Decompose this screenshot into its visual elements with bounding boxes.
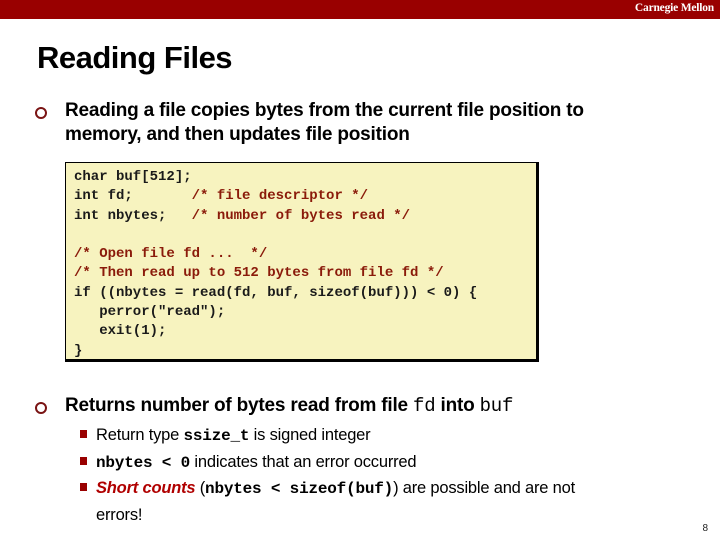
code-line: if ((nbytes = read(fd, buf, sizeof(buf))… — [74, 284, 478, 301]
header-bar: Carnegie Mellon — [0, 0, 720, 19]
code-line: perror("read"); — [74, 304, 226, 321]
hollow-circle-bullet-icon — [35, 107, 47, 119]
code-line: } — [74, 342, 83, 359]
code-block: char buf[512]; int fd; /* file descripto… — [65, 162, 539, 362]
square-bullet-icon — [80, 457, 87, 465]
square-bullet-icon — [80, 430, 87, 438]
bullet-2-text: Returns number of bytes read from file f… — [65, 395, 514, 417]
code-line: /* Open file fd ... */ — [74, 246, 268, 263]
square-bullet-icon — [80, 483, 87, 491]
code-line: exit(1); — [74, 323, 167, 340]
bullet-1-text: Reading a file copies bytes from the cur… — [65, 100, 584, 145]
subbullet-3-text: Short counts (nbytes < sizeof(buf)) are … — [96, 479, 576, 524]
short-counts-term: Short counts — [96, 479, 196, 497]
code-line: char buf[512]; — [74, 169, 192, 185]
code-line: int fd; /* file descriptor */ — [74, 188, 369, 205]
code-line: /* Then read up to 512 bytes from file f… — [74, 265, 444, 282]
code-listing: char buf[512]; int fd; /* file descripto… — [74, 168, 477, 361]
code-buf: buf — [479, 395, 514, 417]
brand-label: Carnegie Mellon — [634, 2, 714, 14]
hollow-circle-bullet-icon — [35, 402, 47, 414]
code-line: int nbytes; /* number of bytes read */ — [74, 207, 411, 224]
subbullet-1-text: Return type ssize_t is signed integer — [96, 426, 371, 445]
subbullet-2-text: nbytes < 0 indicates that an error occur… — [96, 453, 417, 472]
code-fd: fd — [413, 395, 436, 417]
page-number: 8 — [702, 523, 708, 534]
slide-title: Reading Files — [37, 40, 233, 75]
